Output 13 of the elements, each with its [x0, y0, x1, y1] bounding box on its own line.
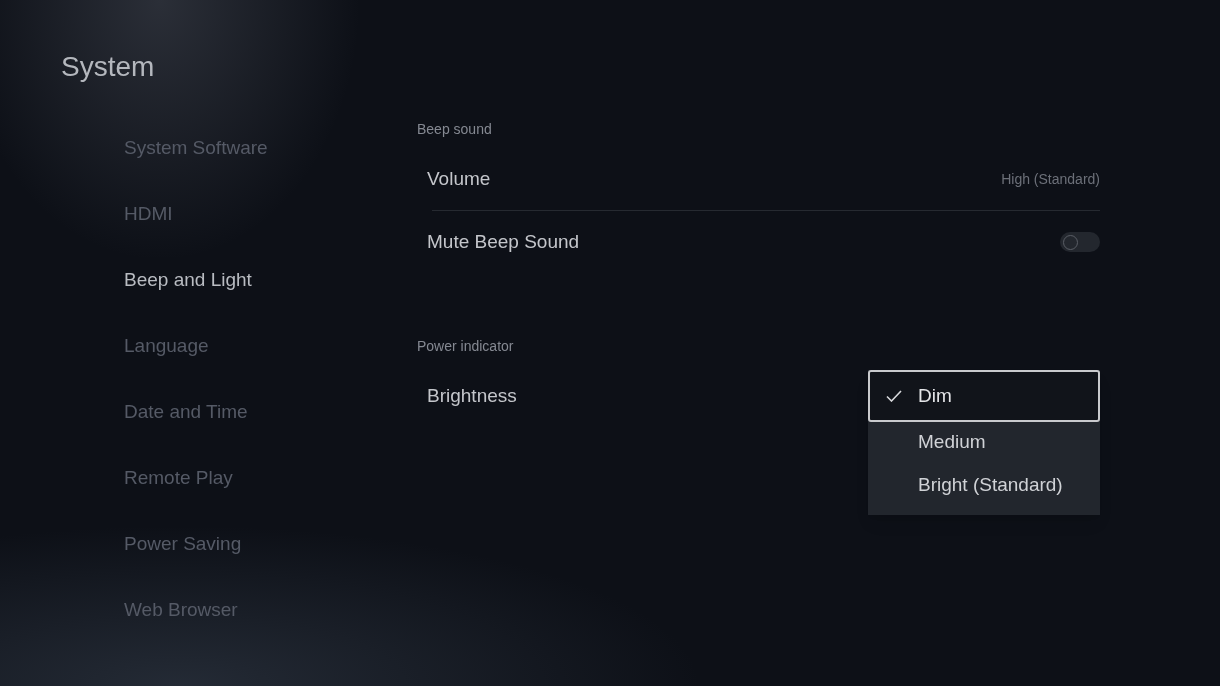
dropdown-option[interactable]: Bright (Standard): [868, 462, 1100, 508]
page-title: System: [61, 50, 155, 84]
dropdown-option[interactable]: Medium: [868, 422, 1100, 462]
check-icon: [886, 390, 902, 402]
dropdown-option[interactable]: Dim: [868, 370, 1100, 422]
setting-label[interactable]: Brightness: [427, 381, 517, 411]
sidebar-item[interactable]: Beep and Light: [124, 265, 252, 295]
setting-label[interactable]: Mute Beep Sound: [427, 227, 580, 257]
setting-label[interactable]: Volume: [427, 164, 491, 194]
toggle-switch[interactable]: [1060, 232, 1100, 252]
setting-value: High (Standard): [1001, 169, 1100, 189]
section-heading: Beep sound: [417, 119, 492, 139]
section-heading: Power indicator: [417, 336, 514, 356]
